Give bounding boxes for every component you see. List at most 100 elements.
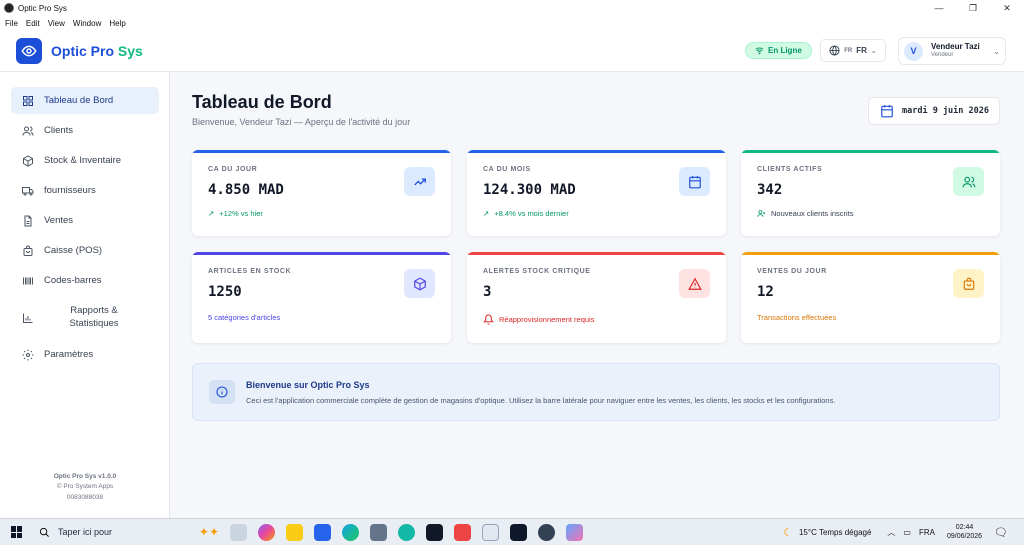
sidebar-item-rapports[interactable]: Rapports & Statistiques [11, 300, 159, 336]
stat-card-ca-mois: CA DU MOIS 124.300 MAD ↗ +8.4% vs mois de… [467, 150, 726, 236]
card-accent-bar [192, 252, 451, 255]
sidebar-item-label: Tableau de Bord [44, 95, 114, 106]
calendar-icon [881, 105, 893, 118]
card-subtext: ↗ +8.4% vs mois dernier [483, 209, 569, 218]
status-label: En Ligne [768, 46, 802, 55]
file-explorer-icon[interactable] [286, 524, 303, 541]
sparkle-icon: ✦✦ [198, 525, 219, 539]
card-subtext: 5 catégories d'articles [208, 313, 280, 322]
sidebar-item-ventes[interactable]: Ventes [11, 207, 159, 234]
card-accent-bar [192, 150, 451, 153]
eye-icon [21, 45, 37, 56]
minimize-button[interactable]: — [922, 3, 956, 14]
window-controls: — ❐ ✕ [922, 3, 1024, 14]
sidebar-item-fournisseurs[interactable]: fournisseurs [11, 177, 159, 204]
card-subtext: Nouveaux clients inscrits [757, 209, 854, 218]
language-selector[interactable]: FR FR ⌄ [820, 39, 886, 62]
card-subtext-label: Nouveaux clients inscrits [771, 209, 854, 218]
wifi-icon [755, 47, 764, 55]
search-placeholder: Taper ici pour [58, 527, 113, 537]
menu-window[interactable]: Window [73, 19, 101, 28]
date-display[interactable]: mardi 9 juin 2026 [868, 97, 1000, 125]
info-icon [209, 380, 235, 404]
mail-icon[interactable] [314, 524, 331, 541]
clock-date: 09/06/2026 [946, 532, 983, 540]
windows-start-icon[interactable] [11, 526, 23, 538]
brave-icon[interactable] [454, 524, 471, 541]
sidebar-item-label: fournisseurs [44, 185, 96, 196]
sidebar-item-stock[interactable]: Stock & Inventaire [11, 147, 159, 174]
sidebar-item-label: Caisse (POS) [44, 245, 103, 256]
card-subtext: Transactions effectuées [757, 313, 836, 322]
card-value: 1250 [208, 284, 242, 300]
avatar: V [904, 41, 923, 61]
system-tray: ☾ 15°C Temps dégagé ︿ ▭ FRA 02:44 09/06/… [783, 519, 1024, 545]
app-icon-triangle[interactable] [510, 524, 527, 541]
menu-help[interactable]: Help [109, 19, 125, 28]
brand-name: Optic Pro Sys [51, 43, 143, 59]
card-accent-bar [741, 150, 1000, 153]
card-label: ALERTES STOCK CRITIQUE [483, 268, 591, 275]
warning-icon [679, 269, 710, 298]
arrow-up-right-icon: ↗ [208, 209, 215, 218]
maximize-button[interactable]: ❐ [956, 3, 990, 14]
card-label: VENTES DU JOUR [757, 268, 827, 275]
task-view-icon[interactable] [230, 524, 247, 541]
bag-icon [22, 245, 34, 257]
app-icon-wave[interactable] [398, 524, 415, 541]
menu-edit[interactable]: Edit [26, 19, 40, 28]
clock-time: 02:44 [955, 524, 974, 532]
card-subtext: ↗ +12% vs hier [208, 209, 263, 218]
logo[interactable] [16, 37, 42, 64]
copilot-icon[interactable] [258, 524, 275, 541]
paint-icon[interactable] [566, 524, 583, 541]
language-code: FR [856, 46, 867, 55]
grid-icon [22, 95, 34, 107]
card-value: 342 [757, 182, 783, 198]
brand-main: Optic Pro [51, 42, 118, 59]
menu-bar: File Edit View Window Help [0, 16, 1024, 30]
weather-text: 15°C Temps dégagé [798, 528, 872, 537]
sidebar-item-caisse[interactable]: Caisse (POS) [11, 237, 159, 264]
app-version: Optic Pro Sys v1.0.0 [53, 473, 117, 480]
box-icon [22, 154, 34, 167]
taskbar-search[interactable]: Taper ici pour ✦✦ [39, 525, 219, 539]
store-icon[interactable] [370, 524, 387, 541]
menu-file[interactable]: File [5, 19, 18, 28]
gear-icon [22, 349, 34, 361]
card-accent-bar [741, 252, 1000, 255]
users-icon [22, 125, 34, 137]
chevron-down-icon: ⌄ [870, 47, 877, 55]
menu-view[interactable]: View [48, 19, 65, 28]
sidebar-item-tableau-de-bord[interactable]: Tableau de Bord [11, 87, 159, 114]
window-titlebar: Optic Pro Sys — ❐ ✕ [0, 0, 1024, 16]
info-text: Ceci est l'application commerciale compl… [246, 396, 836, 405]
edge-icon[interactable] [342, 524, 359, 541]
search-icon [39, 527, 49, 537]
sidebar-item-label: Paramètres [44, 349, 94, 360]
arrow-up-right-icon: ↗ [483, 209, 490, 218]
sidebar-item-parametres[interactable]: Paramètres [11, 341, 159, 368]
card-subtext: Réapprovisionnement requis [483, 314, 594, 325]
chevron-up-icon[interactable]: ︿ [887, 527, 895, 538]
clock[interactable]: 02:44 09/06/2026 [947, 524, 982, 541]
trending-up-icon [404, 167, 435, 196]
keyboard-language[interactable]: FRA [919, 528, 935, 537]
sidebar-item-label: Ventes [44, 215, 74, 226]
notification-icon[interactable]: 🗨 [994, 526, 1008, 539]
terminal-icon[interactable] [426, 524, 443, 541]
app-icon-a[interactable] [482, 524, 499, 541]
user-menu[interactable]: V Vendeur Tazi Vendeur ⌄ [898, 37, 1006, 65]
app-code: 0083088038 [66, 493, 104, 501]
user-name: Vendeur Tazi [931, 42, 980, 52]
sidebar-item-codes-barres[interactable]: Codes-barres [11, 267, 159, 294]
weather-widget[interactable]: ☾ 15°C Temps dégagé [783, 526, 871, 539]
optic-pro-sys-taskbar-icon[interactable] [538, 524, 555, 541]
welcome-info-box: Bienvenue sur Optic Pro Sys Ceci est l'a… [192, 363, 1000, 421]
card-label: CA DU JOUR [208, 166, 258, 173]
document-icon [22, 215, 34, 227]
battery-icon[interactable]: ▭ [903, 528, 911, 537]
sidebar-item-clients[interactable]: Clients [11, 117, 159, 144]
close-button[interactable]: ✕ [990, 3, 1024, 14]
taskbar-apps [230, 524, 583, 541]
